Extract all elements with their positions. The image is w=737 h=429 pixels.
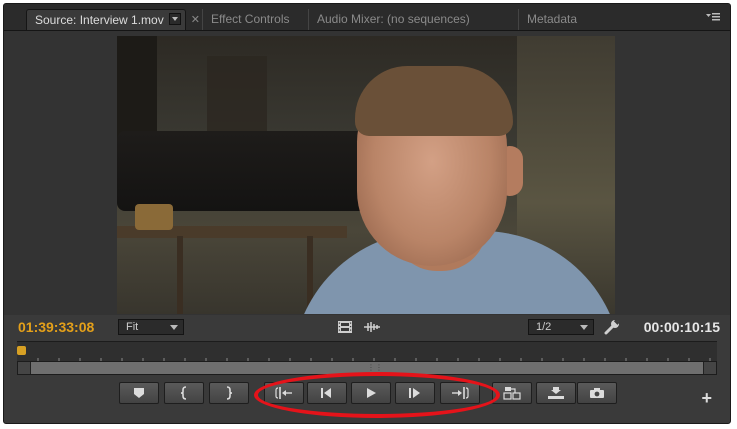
timecode-bar: 01:39:33:08 Fit 1/2 00:00:10:15 (4, 315, 730, 341)
current-timecode[interactable]: 01:39:33:08 (18, 319, 94, 335)
playhead[interactable] (17, 346, 26, 355)
camera-icon (590, 388, 604, 398)
tab-source-label: Source: Interview 1.mov (35, 13, 164, 27)
tab-metadata[interactable]: Metadata (518, 9, 592, 30)
scrollbar-left-handle[interactable] (18, 362, 31, 374)
overwrite-icon (548, 387, 564, 399)
marker-icon (134, 388, 144, 398)
video-frame[interactable] (117, 36, 615, 314)
source-monitor-panel: Source: Interview 1.mov ✕ Effect Control… (3, 3, 731, 424)
panel-tab-bar: Source: Interview 1.mov ✕ Effect Control… (4, 4, 730, 31)
tab-effect-controls-label: Effect Controls (211, 12, 290, 26)
mark-in-icon (180, 386, 187, 400)
scrollbar-right-handle[interactable] (703, 362, 716, 374)
mark-in-button[interactable] (164, 382, 204, 404)
tab-effect-controls[interactable]: Effect Controls (202, 9, 306, 30)
mark-out-button[interactable] (209, 382, 249, 404)
chevron-down-icon (170, 325, 178, 330)
scrollbar-grip-icon: ⋮⋮ (367, 363, 383, 372)
tab-source-dropdown[interactable] (169, 13, 181, 25)
zoom-level-select[interactable]: Fit (118, 319, 184, 335)
tab-metadata-label: Metadata (527, 12, 578, 26)
mark-out-icon (226, 386, 233, 400)
playback-resolution-value: 1/2 (536, 321, 552, 333)
tab-source[interactable]: Source: Interview 1.mov ✕ (26, 9, 200, 30)
plus-icon[interactable]: + (701, 388, 712, 409)
close-icon[interactable]: ✕ (191, 10, 200, 30)
tab-audio-mixer[interactable]: Audio Mixer: (no sequences) (308, 9, 516, 30)
chevron-down-icon (580, 325, 588, 330)
audio-waveform-icon[interactable] (364, 322, 380, 332)
zoom-level-value: Fit (126, 321, 139, 333)
playback-resolution-select[interactable]: 1/2 (528, 319, 594, 335)
insert-icon (503, 387, 521, 400)
add-marker-button[interactable] (119, 382, 159, 404)
film-strip-icon[interactable] (338, 321, 352, 333)
time-ruler[interactable] (17, 341, 717, 362)
overwrite-button[interactable] (536, 382, 576, 404)
duration-timecode: 00:00:10:15 (643, 319, 720, 335)
highlight-ellipse (254, 372, 500, 418)
panel-menu-icon[interactable] (706, 13, 720, 21)
viewer-area (4, 31, 730, 315)
tab-audio-mixer-label: Audio Mixer: (no sequences) (317, 12, 470, 26)
wrench-icon[interactable] (604, 319, 620, 335)
export-frame-button[interactable] (577, 382, 617, 404)
